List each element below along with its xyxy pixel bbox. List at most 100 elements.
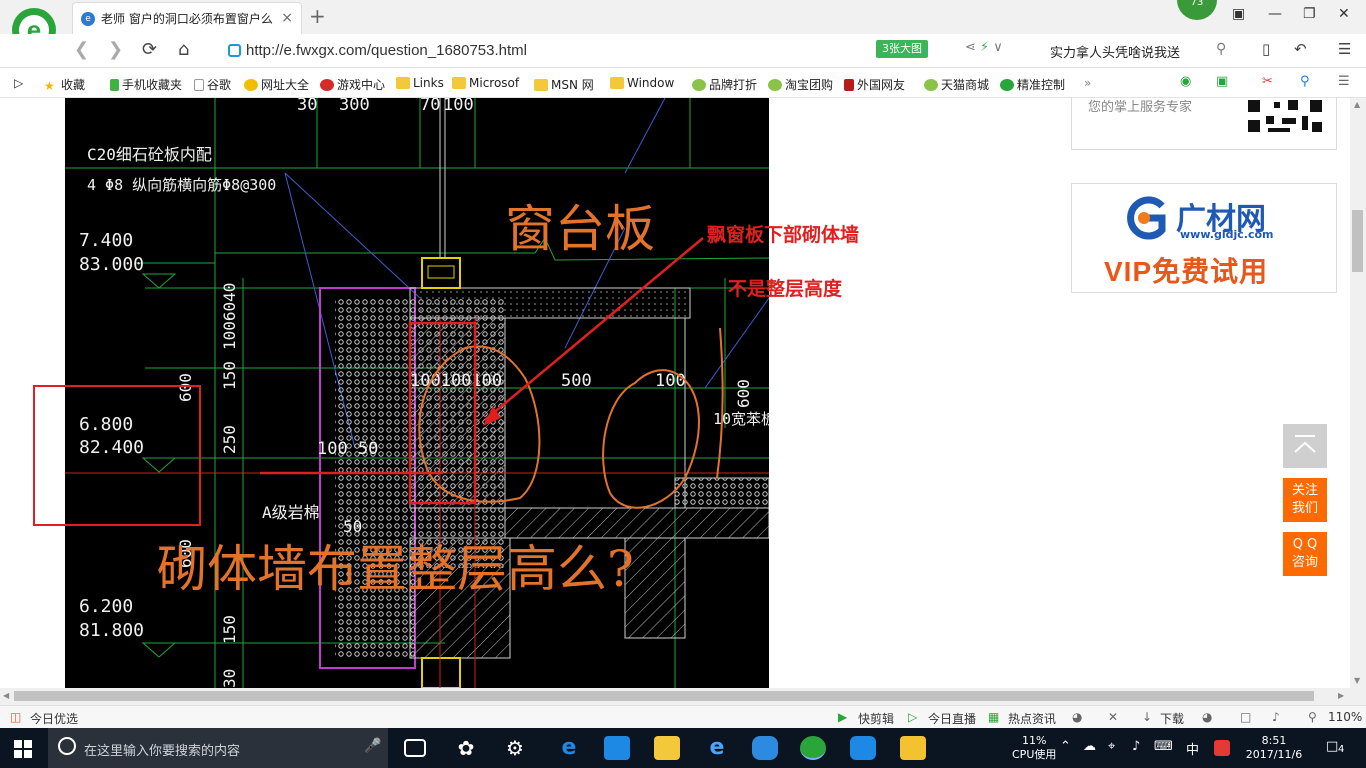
news-icon[interactable]: ▦ (988, 710, 999, 724)
today-picks-link[interactable]: 今日优选 (30, 710, 78, 727)
new-tab-icon[interactable]: + (309, 4, 326, 28)
close-window-icon[interactable]: ✕ (1338, 6, 1350, 22)
sidebar-toggle-icon[interactable]: ▷ (14, 76, 23, 90)
glodon-icon[interactable] (752, 736, 778, 760)
more-bookmarks-icon[interactable]: » (1084, 76, 1091, 90)
tray-up-icon[interactable]: ⌃ (1060, 739, 1071, 754)
lightning-icon[interactable]: ⚡ (980, 40, 989, 55)
taskbar-search[interactable]: 在这里输入你要搜索的内容 🎤 (48, 728, 388, 768)
bookmark-item[interactable]: 淘宝团购 (768, 76, 833, 93)
store-icon[interactable] (604, 736, 630, 760)
app-promo-card[interactable]: 您的掌上服务专家 (1071, 98, 1337, 150)
notes-icon[interactable] (900, 736, 926, 760)
bookmark-label: 品牌打折 (709, 78, 758, 92)
quick-clip-link[interactable]: 快剪辑 (858, 710, 894, 727)
sogou-icon[interactable] (1214, 740, 1230, 756)
money-icon[interactable]: ◉ (1180, 74, 1191, 89)
browser-taskbar-icon[interactable] (800, 736, 826, 760)
scissors-icon[interactable]: ✂ (1262, 74, 1273, 89)
bookmark-item[interactable]: 手机收藏夹 (110, 76, 182, 93)
wifi-icon[interactable]: ⌖ (1108, 739, 1115, 754)
download-link[interactable]: 下载 (1160, 710, 1184, 727)
scroll-up-icon[interactable]: ▲ (1354, 100, 1360, 109)
qq-consult-button[interactable]: Q Q 咨询 (1283, 532, 1327, 576)
gift-icon[interactable]: ◫ (10, 710, 21, 724)
handwritten-question: 砌体墙布置整层高么? (157, 540, 634, 598)
clock[interactable]: 8:51 2017/11/6 (1244, 734, 1304, 762)
bookmark-item[interactable]: 游戏中心 (320, 76, 385, 93)
bookmark-item[interactable]: MSN 网 (534, 76, 594, 93)
speed-icon[interactable]: ◕ (1072, 710, 1082, 724)
bookmark-item[interactable]: 精准控制 (1000, 76, 1065, 93)
fan-app-icon[interactable]: ✿ (453, 736, 479, 760)
bookmark-item[interactable]: 外国网友 (844, 76, 905, 93)
cpu-usage[interactable]: 11% CPU使用 (1012, 734, 1056, 762)
scroll-left-icon[interactable]: ◀ (3, 691, 9, 700)
zoom-level[interactable]: 110% (1328, 710, 1362, 724)
gldjc-ad-banner[interactable]: 广材网 www.gldjc.com VIP免费试用 (1071, 183, 1337, 293)
dim-label: 300 (339, 98, 370, 115)
bookmark-item[interactable]: ★ 收藏 (44, 76, 85, 93)
windows-start-icon[interactable] (14, 740, 32, 758)
microphone-icon[interactable]: 🎤 (364, 738, 381, 754)
window-icon[interactable]: □ (1240, 710, 1251, 724)
volume-tray-icon[interactable]: ♪ (1132, 739, 1140, 754)
ie-icon[interactable]: e (704, 736, 730, 760)
back-to-top-button[interactable] (1283, 424, 1327, 468)
big-image-button[interactable]: 3张大图 (876, 40, 928, 58)
volume-icon[interactable]: ♪ (1272, 710, 1280, 724)
bookmark-item[interactable]: 网址大全 (244, 76, 309, 93)
undo-icon[interactable]: ↶ (1294, 40, 1307, 58)
close-tab-icon[interactable]: × (281, 10, 293, 26)
refresh-icon[interactable]: ⟳ (142, 39, 157, 60)
share-icon[interactable]: ⋖ ⚡ ∨ (965, 40, 1003, 55)
bookmark-item[interactable]: 品牌打折 (692, 76, 757, 93)
bookmark-item[interactable]: Microsof (452, 76, 519, 90)
remote-icon[interactable] (850, 736, 876, 760)
bookmark-item[interactable]: 天猫商城 (924, 76, 989, 93)
zoom-icon[interactable]: ⚲ (1308, 710, 1317, 724)
minimize-icon[interactable]: — (1268, 6, 1282, 22)
live-icon[interactable]: ▷ (908, 710, 917, 724)
tools-icon[interactable]: ✕ (1108, 710, 1118, 724)
back-icon[interactable]: ❮ (74, 39, 89, 60)
bookmark-item[interactable]: Links (396, 76, 444, 90)
search-icon[interactable]: ⚲ (1216, 41, 1226, 57)
today-live-link[interactable]: 今日直播 (928, 710, 976, 727)
translate-icon[interactable]: ▣ (1216, 74, 1228, 89)
clip-icon[interactable]: ▶ (838, 710, 847, 724)
swirl-app-icon[interactable]: ⚙ (502, 736, 528, 760)
shirt-icon[interactable]: ▣ (1232, 6, 1245, 22)
horizontal-scrollbar[interactable]: ◀ ▶ (0, 688, 1366, 705)
settings-icon[interactable]: ◕ (1202, 710, 1212, 724)
vertical-scrollbar[interactable]: ▲ ▼ (1350, 98, 1366, 688)
phone-icon[interactable]: ▯ (1262, 40, 1270, 58)
vertical-scroll-thumb[interactable] (1352, 210, 1363, 272)
zoom-search-icon[interactable]: ⚲ (1300, 74, 1310, 89)
download-icon[interactable]: ↓ (1142, 710, 1152, 724)
bookmark-item[interactable]: Window (610, 76, 674, 90)
url-text[interactable]: http://e.fwxgx.com/question_1680753.html (246, 42, 527, 59)
forward-icon[interactable]: ❯ (108, 39, 123, 60)
scroll-down-icon[interactable]: ▼ (1354, 676, 1360, 685)
follow-us-button[interactable]: 关注 我们 (1283, 478, 1327, 522)
hot-news-link[interactable]: 热点资讯 (1008, 710, 1056, 727)
notification-icon[interactable]: □ (1326, 739, 1338, 754)
edge-icon[interactable]: e (556, 736, 582, 760)
home-icon[interactable]: ⌂ (178, 39, 189, 60)
dim-label: 1006040 (220, 283, 239, 350)
explorer-icon[interactable] (654, 736, 680, 760)
bookmark-item[interactable]: 谷歌 (194, 76, 231, 93)
notification-badge[interactable]: 73 (1177, 0, 1217, 20)
search-box[interactable]: 实力拿人头凭啥说我送 (1050, 42, 1180, 61)
task-view-icon[interactable] (404, 739, 426, 757)
restore-icon[interactable]: ❐ (1303, 6, 1316, 22)
ime-indicator[interactable]: 中 (1186, 739, 1199, 758)
browser-tab[interactable]: e 老师 窗户的洞口必须布置窗户么 × (72, 2, 302, 34)
bookmark-menu-icon[interactable]: ☰ (1338, 74, 1350, 89)
menu-icon[interactable]: ☰ (1338, 40, 1351, 58)
tray-network-icon[interactable]: ☁ (1083, 739, 1096, 754)
keyboard-icon[interactable]: ⌨ (1154, 739, 1173, 754)
horizontal-scroll-thumb[interactable] (14, 691, 1314, 701)
scroll-right-icon[interactable]: ▶ (1338, 691, 1344, 700)
